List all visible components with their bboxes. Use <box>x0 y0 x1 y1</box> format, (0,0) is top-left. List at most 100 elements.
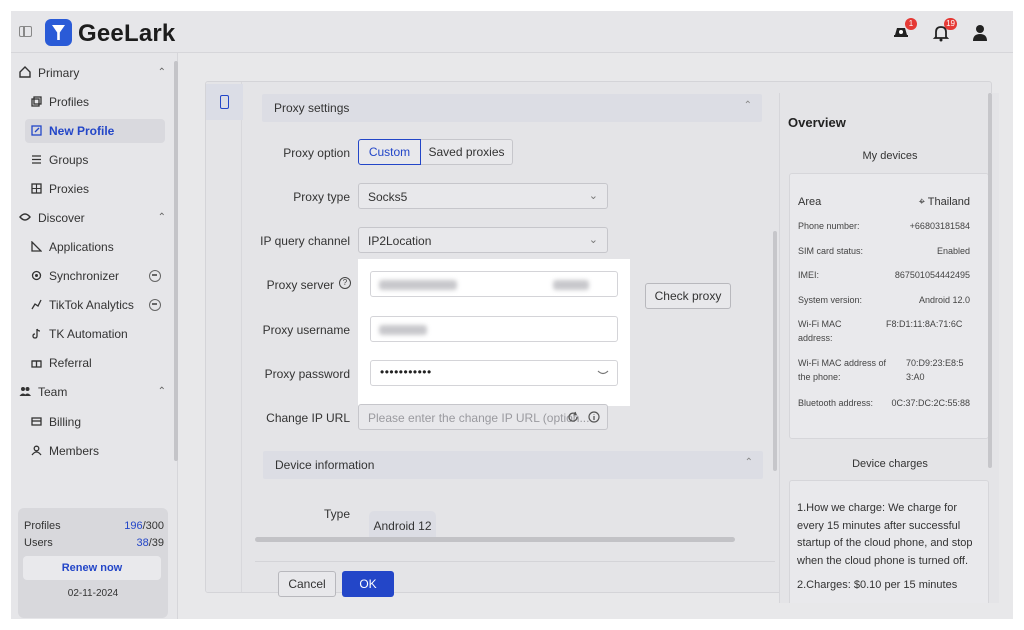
proxy-settings-header[interactable]: Proxy settings ⌃ <box>262 94 762 122</box>
row-value: Enabled <box>936 246 970 256</box>
proxy-server-input[interactable] <box>370 271 618 297</box>
check-proxy-button[interactable]: Check proxy <box>645 283 731 309</box>
user-avatar-icon[interactable] <box>970 23 990 43</box>
tiktok-icon <box>32 328 41 339</box>
profiles-usage: Profiles 196/300 <box>24 520 164 536</box>
sidebar-item-synchronizer[interactable]: Synchronizer <box>25 264 165 288</box>
chevron-down-icon: ⌄ <box>588 234 598 246</box>
change-ip-url-placeholder: Please enter the change IP URL (option..… <box>368 411 590 425</box>
sidebar-scrollbar[interactable] <box>174 61 178 461</box>
applications-icon <box>31 241 42 252</box>
ip-query-channel-value: IP2Location <box>368 234 432 248</box>
nav-group-team[interactable]: Team ⌃ <box>19 380 169 404</box>
proxy-type-select[interactable]: Socks5 ⌄ <box>358 183 608 209</box>
tab-cloud-phone[interactable] <box>206 84 243 120</box>
sidebar-item-referral[interactable]: Referral <box>25 351 165 375</box>
proxy-type-value: Socks5 <box>368 190 408 204</box>
sidebar-item-label: TK Automation <box>49 327 128 341</box>
change-ip-url-label: Change IP URL <box>266 411 350 425</box>
sidebar: Primary ⌃ Profiles New Profile Groups Pr… <box>11 53 178 619</box>
sidebar-item-label: New Profile <box>49 124 115 138</box>
chevron-up-icon: ⌃ <box>744 457 753 468</box>
proxy-option-custom[interactable]: Custom <box>358 139 421 165</box>
usage-value: 196/300 <box>124 520 164 532</box>
form-horizontal-scrollbar[interactable] <box>255 537 735 542</box>
section-title: Device information <box>275 458 375 472</box>
row-value: 867501054442495 <box>894 270 970 280</box>
proxy-credentials-highlight: ••••••••••• <box>358 259 630 406</box>
renew-now-button[interactable]: Renew now <box>23 556 161 580</box>
footer-divider <box>255 561 775 562</box>
sidebar-item-billing[interactable]: Billing <box>25 410 165 434</box>
charges-description: 1.How we charge: We charge for every 15 … <box>797 500 975 595</box>
phone-icon <box>220 95 229 109</box>
nav-group-label: Team <box>38 385 68 399</box>
device-information-header[interactable]: Device information ⌃ <box>263 451 763 479</box>
sidebar-item-applications[interactable]: Applications <box>25 235 165 259</box>
sidebar-item-groups[interactable]: Groups <box>25 148 165 172</box>
bell-icon[interactable]: 19 <box>931 18 957 43</box>
proxy-password-label: Proxy password <box>264 367 350 381</box>
chevron-up-icon: ⌃ <box>157 67 166 78</box>
gift-icon <box>31 360 42 368</box>
usage-used: 196 <box>124 520 143 532</box>
sidebar-item-tiktok-analytics[interactable]: TikTok Analytics <box>25 293 165 317</box>
synchronizer-icon <box>31 270 42 281</box>
announcement-icon[interactable]: 1 <box>891 18 917 43</box>
change-ip-url-input[interactable]: Please enter the change IP URL (option..… <box>358 404 608 430</box>
nav-group-label: Primary <box>38 66 80 80</box>
nav-group-label: Discover <box>38 211 85 225</box>
sidebar-item-members[interactable]: Members <box>25 439 165 463</box>
sidebar-item-label: Profiles <box>49 95 90 109</box>
charges-rule-2: 2.Charges: $0.10 per 15 minutes <box>797 579 958 591</box>
nav-group-primary[interactable]: Primary ⌃ <box>19 61 169 85</box>
nav-group-discover[interactable]: Discover ⌃ <box>19 206 169 230</box>
form-vertical-scrollbar[interactable] <box>773 231 777 471</box>
info-icon[interactable] <box>588 411 600 423</box>
proxy-username-input[interactable] <box>370 316 618 342</box>
proxy-option-saved-proxies[interactable]: Saved proxies <box>421 139 513 165</box>
edit-icon <box>31 125 42 136</box>
geelark-logo-icon <box>45 19 72 46</box>
row-key: Wi-Fi MAC address: <box>798 319 842 343</box>
redacted-text <box>553 280 589 290</box>
profiles-icon <box>31 96 42 107</box>
proxy-server-label: Proxy server <box>266 278 334 292</box>
redacted-text <box>379 325 427 335</box>
chevron-down-icon: ⌄ <box>588 190 598 202</box>
proxy-option-label: Proxy option <box>283 146 350 160</box>
overview-scrollbar[interactable] <box>988 93 992 468</box>
sidebar-item-label: Billing <box>49 415 82 429</box>
cancel-button[interactable]: Cancel <box>278 571 336 597</box>
sidebar-item-proxies[interactable]: Proxies <box>25 177 165 201</box>
charges-rule-1: 1.How we charge: We charge for every 15 … <box>797 502 973 567</box>
location-pin-icon: ⌖ <box>918 196 928 208</box>
sidebar-item-label: Proxies <box>49 182 90 196</box>
my-devices-heading: My devices <box>862 150 918 162</box>
proxies-icon <box>31 183 42 194</box>
ip-query-channel-select[interactable]: IP2Location ⌄ <box>358 227 608 253</box>
row-value-text: Thailand <box>927 196 970 208</box>
sidebar-item-label: Applications <box>49 240 114 254</box>
panel-side-rail <box>206 82 243 592</box>
vip-icon <box>149 270 161 282</box>
device-charges-heading: Device charges <box>852 458 928 470</box>
usage-used: 38 <box>136 537 149 549</box>
chevron-up-icon: ⌃ <box>743 100 752 111</box>
sidebar-item-tk-automation[interactable]: TK Automation <box>25 322 165 346</box>
sidebar-item-new-profile[interactable]: New Profile <box>25 119 165 143</box>
discover-icon <box>19 213 31 221</box>
eye-closed-icon[interactable] <box>597 369 609 377</box>
proxy-password-input[interactable]: ••••••••••• <box>370 360 618 386</box>
refresh-icon[interactable] <box>567 411 579 423</box>
password-value: ••••••••••• <box>380 365 432 379</box>
row-value: Android 12.0 <box>918 295 970 305</box>
sidebar-item-label: TikTok Analytics <box>49 298 134 312</box>
proxy-type-label: Proxy type <box>293 190 350 204</box>
sidebar-item-profiles[interactable]: Profiles <box>25 90 165 114</box>
sidebar-item-label: Groups <box>49 153 89 167</box>
ok-button[interactable]: OK <box>342 571 394 597</box>
users-usage: Users 38/39 <box>24 537 164 553</box>
sidebar-toggle-icon[interactable] <box>19 26 32 37</box>
help-icon[interactable]: ? <box>339 277 351 289</box>
